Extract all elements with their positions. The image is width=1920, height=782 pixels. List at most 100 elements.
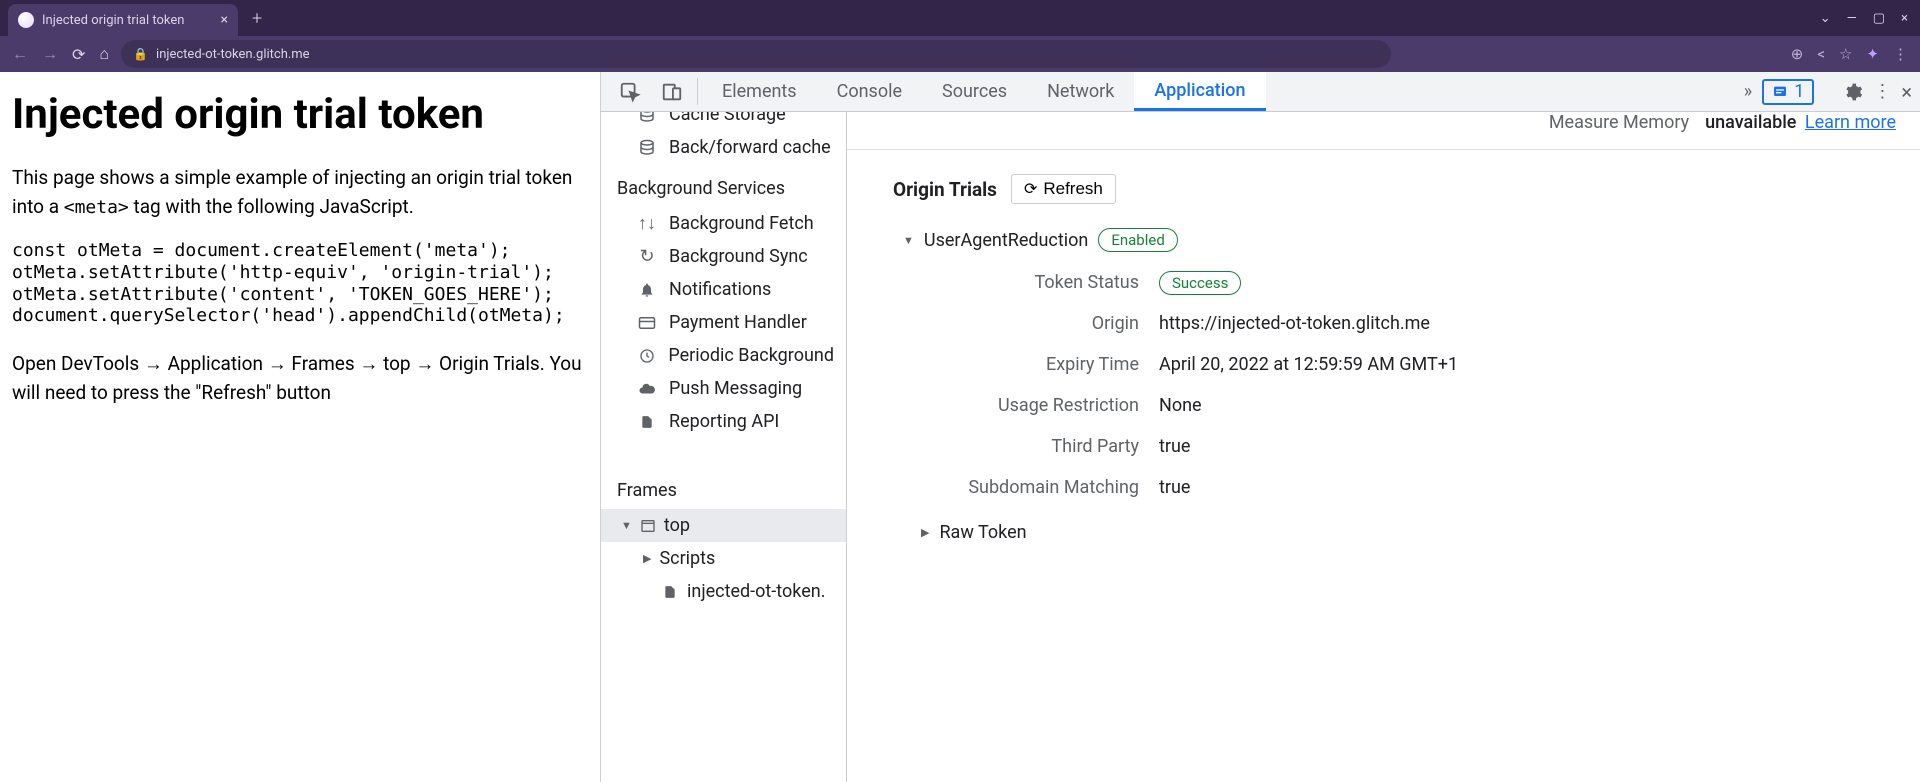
trial-name: UserAgentReduction — [924, 230, 1088, 251]
address-bar[interactable]: 🔒 injected-ot-token.glitch.me — [121, 40, 1391, 68]
triangle-down-icon[interactable]: ▼ — [903, 234, 914, 247]
refresh-icon: ⟳ — [1024, 179, 1037, 199]
measure-memory-value: unavailable — [1705, 112, 1796, 133]
close-devtools-icon[interactable]: × — [1901, 80, 1912, 104]
raw-token-label: Raw Token — [939, 522, 1026, 543]
sync-icon: ↻ — [637, 246, 657, 267]
minimize-icon[interactable]: — — [1847, 11, 1857, 26]
menu-icon[interactable]: ⋮ — [1893, 45, 1908, 63]
sidebar-item-cache-storage[interactable]: Cache Storage — [601, 112, 846, 131]
page-title: Injected origin trial token — [12, 90, 588, 139]
extensions-icon[interactable]: ✦ — [1866, 45, 1879, 63]
favicon — [18, 12, 34, 28]
card-icon — [637, 314, 657, 332]
bookmark-icon[interactable]: ☆ — [1839, 45, 1852, 63]
usage-value: None — [1139, 395, 1896, 416]
sidebar-item-bg-sync[interactable]: ↻ Background Sync — [601, 240, 846, 273]
origin-trials-header: Origin Trials ⟳ Refresh — [847, 174, 1920, 228]
more-tabs-icon[interactable]: » — [1744, 81, 1752, 102]
forward-button: → — [42, 44, 58, 64]
frame-top[interactable]: ▼ top — [601, 509, 846, 542]
measure-memory-row: Measure Memory unavailable Learn more — [847, 112, 1920, 137]
sidebar-item-payment[interactable]: Payment Handler — [601, 306, 846, 339]
url-text: injected-ot-token.glitch.me — [156, 47, 310, 62]
token-status-label: Token Status — [847, 272, 1139, 293]
group-background-services[interactable]: Background Services — [601, 164, 846, 207]
sidebar-item-push[interactable]: Push Messaging — [601, 372, 846, 405]
expiry-label: Expiry Time — [847, 354, 1139, 375]
origin-trials-title: Origin Trials — [893, 178, 997, 201]
usage-label: Usage Restriction — [847, 395, 1139, 416]
database-icon — [637, 112, 657, 124]
zoom-icon[interactable]: ⊕ — [1791, 45, 1804, 63]
transfer-icon: ↑↓ — [637, 213, 657, 234]
share-icon[interactable]: < — [1817, 45, 1825, 63]
third-party-value: true — [1139, 436, 1896, 457]
application-main: Measure Memory unavailable Learn more Or… — [847, 112, 1920, 782]
tab-console[interactable]: Console — [817, 72, 922, 111]
sidebar-item-reporting[interactable]: Reporting API — [601, 405, 846, 438]
chevron-down-icon[interactable]: ⌄ — [1820, 11, 1831, 26]
file-icon — [663, 583, 677, 601]
paragraph-2: Open DevTools → Application → Frames → t… — [12, 349, 588, 408]
cloud-icon — [637, 380, 657, 398]
bell-icon — [637, 282, 657, 298]
divider — [847, 149, 1920, 150]
file-icon — [637, 413, 657, 431]
triangle-right-icon[interactable]: ▶ — [643, 552, 651, 565]
issues-badge[interactable]: 1 — [1762, 79, 1814, 105]
address-bar-row: ← → ⟳ ⌂ 🔒 injected-ot-token.glitch.me ⊕ … — [0, 36, 1920, 72]
code-block: const otMeta = document.createElement('m… — [12, 240, 588, 326]
tab-elements[interactable]: Elements — [702, 72, 817, 111]
subdomain-label: Subdomain Matching — [847, 477, 1139, 498]
devtools-tabs: Elements Console Sources Network Applica… — [601, 72, 1920, 112]
subdomain-value: true — [1139, 477, 1896, 498]
measure-memory-label: Measure Memory — [1549, 112, 1689, 133]
window-icon — [640, 518, 656, 534]
tab-title: Injected origin trial token — [42, 13, 221, 28]
close-window-icon[interactable]: × — [1901, 11, 1908, 26]
tab-application[interactable]: Application — [1134, 72, 1265, 111]
device-toggle-icon[interactable] — [651, 72, 693, 111]
reload-button[interactable]: ⟳ — [72, 45, 85, 64]
raw-token-row[interactable]: ▶ Raw Token — [847, 498, 1920, 543]
home-button[interactable]: ⌂ — [99, 44, 109, 64]
triangle-right-icon[interactable]: ▶ — [921, 526, 929, 539]
tab-sources[interactable]: Sources — [922, 72, 1027, 111]
page-content: Injected origin trial token This page sh… — [0, 72, 600, 782]
triangle-down-icon[interactable]: ▼ — [621, 519, 632, 532]
nav-buttons: ← → ⟳ ⌂ — [12, 44, 109, 64]
inspect-icon[interactable] — [609, 72, 651, 111]
database-icon — [637, 139, 657, 157]
trial-details: Token Status Success Origin https://inje… — [847, 272, 1920, 498]
refresh-button[interactable]: ⟳ Refresh — [1011, 174, 1116, 204]
origin-label: Origin — [847, 313, 1139, 334]
devtools-panel: Elements Console Sources Network Applica… — [600, 72, 1920, 782]
expiry-value: April 20, 2022 at 12:59:59 AM GMT+1 — [1139, 354, 1896, 375]
inline-code: <meta> — [64, 197, 129, 218]
browser-tab[interactable]: Injected origin trial token × — [8, 4, 238, 36]
origin-value: https://injected-ot-token.glitch.me — [1139, 313, 1896, 334]
new-tab-button[interactable]: + — [252, 8, 262, 29]
frame-leaf[interactable]: injected-ot-token. — [601, 575, 846, 608]
group-frames[interactable]: Frames — [601, 466, 846, 509]
tab-network[interactable]: Network — [1027, 72, 1134, 111]
back-button[interactable]: ← — [12, 44, 28, 64]
frame-scripts[interactable]: ▶ Scripts — [601, 542, 846, 575]
sidebar-item-notifications[interactable]: Notifications — [601, 273, 846, 306]
learn-more-link[interactable]: Learn more — [1805, 112, 1896, 133]
settings-icon[interactable] — [1843, 82, 1863, 102]
tab-strip: Injected origin trial token × + ⌄ — ▢ × — [0, 0, 1920, 36]
close-tab-icon[interactable]: × — [221, 12, 228, 28]
lock-icon[interactable]: 🔒 — [133, 47, 148, 61]
trial-row[interactable]: ▼ UserAgentReduction Enabled — [847, 228, 1920, 272]
maximize-icon[interactable]: ▢ — [1873, 11, 1885, 26]
enabled-badge: Enabled — [1098, 228, 1177, 252]
sidebar-item-bf-cache[interactable]: Back/forward cache — [601, 131, 846, 164]
application-sidebar: Cache Storage Back/forward cache Backgro… — [601, 112, 847, 782]
third-party-label: Third Party — [847, 436, 1139, 457]
issue-icon — [1772, 84, 1788, 100]
sidebar-item-periodic[interactable]: Periodic Background — [601, 339, 846, 372]
kebab-icon[interactable]: ⋮ — [1873, 81, 1891, 102]
sidebar-item-bg-fetch[interactable]: ↑↓ Background Fetch — [601, 207, 846, 240]
